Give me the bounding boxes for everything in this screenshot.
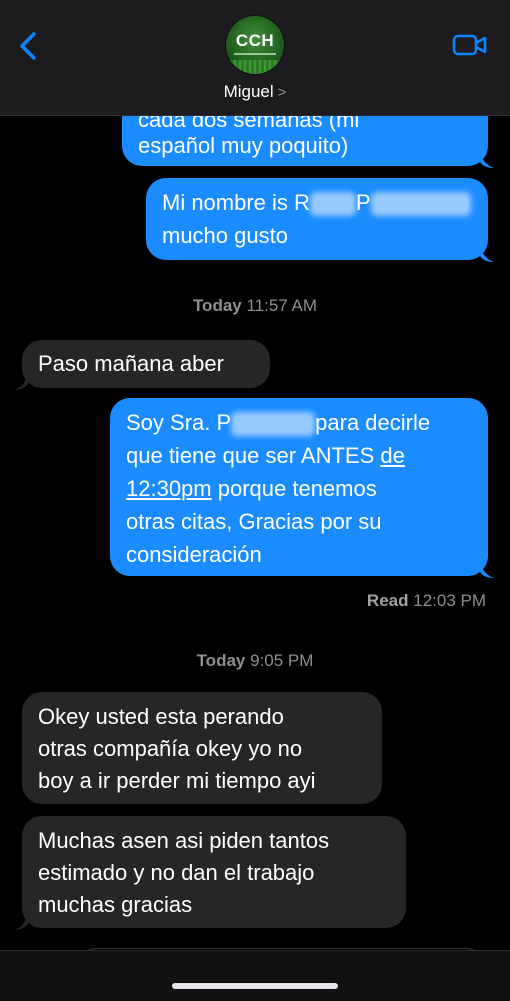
message-text-line: muchas gracias: [38, 892, 193, 917]
message-text-line: Muchas asen asi piden tantos: [38, 828, 330, 853]
timestamp-time: 9:05 PM: [250, 651, 314, 670]
back-chevron-icon[interactable]: [14, 26, 44, 66]
message-text: que tiene que ser ANTES: [126, 443, 381, 468]
message-text: porque tenemos: [211, 476, 377, 501]
timestamp: Today 11:57 AM: [0, 296, 510, 316]
message-text-line: 12:30pm porque tenemos: [126, 473, 377, 505]
message-text-line: estimado y no dan el trabajo: [38, 860, 315, 885]
detected-time-link[interactable]: 12:30pm: [126, 476, 212, 501]
read-receipt: Read 12:03 PM: [367, 591, 486, 611]
detected-date-link[interactable]: de: [380, 443, 404, 468]
message-text-line: consideración: [126, 542, 262, 567]
timestamp-day: Today: [192, 296, 242, 315]
outgoing-message[interactable]: Mi nombre is R P mucho gusto: [146, 178, 488, 260]
avatar[interactable]: CCH: [226, 16, 284, 74]
timestamp-day: Today: [196, 651, 246, 670]
bubble-tail: [14, 372, 28, 390]
bubble-tail: [480, 560, 494, 578]
message-text-line: otras compañía okey yo no: [38, 736, 303, 761]
message-text: Mi nombre is R: [162, 190, 310, 215]
avatar-logo-text: CCH: [235, 31, 275, 50]
contact-name: Miguel: [223, 82, 274, 101]
bottom-bar: [0, 950, 510, 1001]
outgoing-message[interactable]: Soy Sra. P para decirle que tiene que ser…: [110, 398, 488, 576]
message-text-line: mucho gusto: [162, 223, 288, 248]
incoming-message[interactable]: Okey usted esta perando otras compañía o…: [22, 692, 382, 804]
bubble-tail: [480, 244, 494, 262]
message-text: P: [355, 190, 371, 215]
avatar-grass-graphic: [226, 60, 284, 74]
video-camera-icon[interactable]: [452, 32, 488, 58]
message-text-line: Okey usted esta perando: [38, 704, 284, 729]
home-indicator[interactable]: [172, 983, 338, 989]
conversation-header: CCH Miguel >: [0, 0, 510, 116]
message-text-line: otras citas, Gracias por su: [126, 509, 382, 534]
redaction-blur: [231, 412, 316, 437]
message-text-line: Mi nombre is R P: [162, 187, 471, 219]
message-text-line: Soy Sra. P para decirle: [126, 407, 430, 439]
message-text: Paso mañana aber: [38, 351, 224, 376]
chevron-right-icon: >: [277, 84, 287, 101]
read-time: 12:03 PM: [413, 591, 486, 610]
contact-name-button[interactable]: Miguel >: [0, 82, 510, 102]
redaction-blur: [370, 192, 471, 217]
read-label: Read: [366, 591, 409, 610]
incoming-message[interactable]: Muchas asen asi piden tantos estimado y …: [22, 816, 406, 928]
incoming-message[interactable]: Paso mañana aber: [22, 340, 270, 388]
message-text-line: que tiene que ser ANTES de: [126, 440, 405, 472]
avatar-logo-underline: [234, 53, 276, 55]
bubble-tail: [14, 912, 28, 930]
message-text-line: boy a ir perder mi tiempo ayi: [38, 768, 316, 793]
redaction-blur: [309, 192, 356, 217]
message-text: para decirle: [315, 410, 431, 435]
timestamp: Today 9:05 PM: [0, 651, 510, 671]
message-text: Soy Sra. P: [126, 410, 232, 435]
bubble-tail: [480, 150, 494, 168]
timestamp-time: 11:57 AM: [246, 296, 318, 315]
message-text-line: español muy poquito): [138, 133, 349, 158]
